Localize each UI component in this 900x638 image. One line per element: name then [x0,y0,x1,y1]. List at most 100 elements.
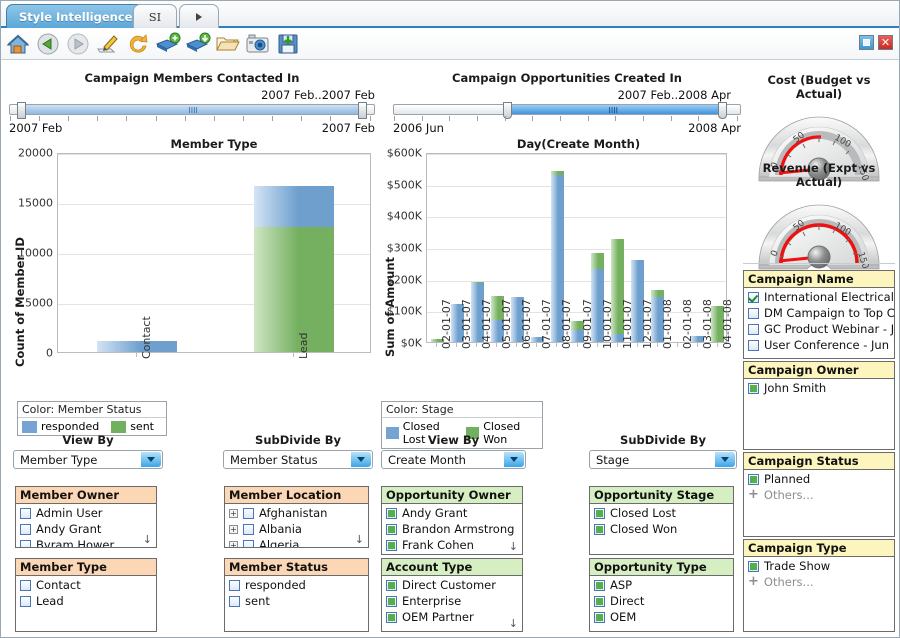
filter-item[interactable]: Closed Won [590,521,733,537]
filter-item[interactable]: +Afghanistan [225,505,368,521]
filter-item[interactable]: +Albania [225,521,368,537]
member-view-by-select[interactable]: Member Type [13,450,163,469]
filter-item[interactable]: Trade Show [744,558,894,574]
filter-checkbox[interactable] [386,612,397,623]
filter-item[interactable]: DM Campaign to Top Cus [744,305,894,321]
filter-item[interactable]: Enterprise [382,593,522,609]
slider-1-track[interactable]: IIII [9,104,375,115]
filter-checkbox[interactable] [748,340,759,351]
filter-item[interactable]: John Smith [744,380,894,396]
filter-item[interactable]: OEM Partner [382,609,522,625]
import-book-icon[interactable] [185,31,211,57]
filter-item[interactable]: Admin User [16,505,156,521]
filter-item[interactable]: Planned [744,471,894,487]
filter-item[interactable]: OEM [590,609,733,625]
filter-item[interactable]: Frank Cohen [382,537,522,553]
filter-checkbox[interactable] [229,596,240,607]
filter-checkbox[interactable] [748,308,759,319]
y-axis-tick-label: 10000 [9,247,53,260]
filter-checkbox[interactable] [594,508,605,519]
home-icon[interactable] [5,31,31,57]
expand-plus-icon[interactable]: + [229,525,238,534]
filter-item[interactable]: Direct Customer [382,577,522,593]
filter-checkbox[interactable] [748,474,759,485]
bar[interactable] [254,186,334,352]
back-arrow-icon[interactable] [35,31,61,57]
bar[interactable] [97,341,177,352]
tab-si-label: SI [149,10,161,24]
tab-si[interactable]: SI [133,4,177,28]
filter-item[interactable]: sent [225,593,368,609]
filter-checkbox[interactable] [386,508,397,519]
chart-member-type-title: Member Type [57,137,371,151]
filter-checkbox[interactable] [243,508,254,519]
filter-item[interactable]: ASP [590,577,733,593]
slider-2-track[interactable]: IIII [393,104,741,115]
scroll-down-arrow-icon[interactable]: ↓ [355,533,364,546]
scroll-down-arrow-icon[interactable]: ↓ [509,617,518,630]
filter-checkbox[interactable] [748,383,759,394]
member-subdivide-by-label: SubDivide By [223,433,373,447]
refresh-icon[interactable] [125,31,151,57]
filter-checkbox[interactable] [229,580,240,591]
filter-checkbox[interactable] [594,524,605,535]
add-book-icon[interactable] [155,31,181,57]
member-subdivide-by-select[interactable]: Member Status [223,450,373,469]
filter-checkbox[interactable] [20,596,31,607]
filter-item[interactable]: +Others... [744,574,894,590]
opportunity-subdivide-by-dropdown-arrow[interactable] [715,452,735,467]
opportunity-subdivide-by-select[interactable]: Stage [589,450,737,469]
filter-item[interactable]: responded [225,577,368,593]
add-others-icon[interactable]: + [748,490,759,500]
filter-checkbox[interactable] [20,508,31,519]
filter-checkbox[interactable] [386,596,397,607]
camera-icon[interactable] [245,31,271,57]
tab-style-intelligence[interactable]: Style Intelligence [6,4,145,28]
edit-pencil-icon[interactable] [95,31,121,57]
filter-checkbox[interactable] [386,540,397,551]
forward-arrow-icon[interactable] [65,31,91,57]
filter-checkbox[interactable] [386,524,397,535]
filter-checkbox[interactable] [20,540,31,549]
member-view-by-dropdown-arrow[interactable] [141,452,161,467]
maximize-button[interactable] [859,35,874,50]
opportunity-subdivide-by-value: Stage [590,453,629,467]
filter-item[interactable]: Brandon Armstrong [382,521,522,537]
filter-checkbox[interactable] [748,324,759,335]
filter-checkbox[interactable] [594,580,605,591]
filter-item[interactable]: Contact [16,577,156,593]
filter-checkbox[interactable] [20,524,31,535]
opportunity-view-by-dropdown-arrow[interactable] [504,452,524,467]
member-subdivide-by-dropdown-arrow[interactable] [351,452,371,467]
filter-item[interactable]: International Electrical E [744,289,894,305]
filter-item[interactable]: Lead [16,593,156,609]
filter-checkbox[interactable] [20,580,31,591]
add-others-icon[interactable]: + [748,577,759,587]
close-button[interactable]: ✕ [878,35,893,50]
filter-checkbox[interactable] [386,580,397,591]
filter-checkbox[interactable] [748,561,759,572]
filter-checkbox[interactable] [594,596,605,607]
opportunity-view-by-select[interactable]: Create Month [381,450,526,469]
filter-checkbox[interactable] [748,292,759,303]
filter-checkbox[interactable] [243,540,254,549]
expand-plus-icon[interactable]: + [229,541,238,549]
tab-more[interactable] [179,4,219,28]
save-disk-icon[interactable] [275,31,301,57]
filter-item[interactable]: Andy Grant [16,521,156,537]
filter-item[interactable]: Byram Hower [16,537,156,548]
open-folder-icon[interactable] [215,31,241,57]
filter-item[interactable]: GC Product Webinar - Ja [744,321,894,337]
filter-item[interactable]: Closed Lost [590,505,733,521]
legend-stage-title: Color: Stage [382,402,542,418]
filter-item[interactable]: Direct [590,593,733,609]
filter-item[interactable]: Andy Grant [382,505,522,521]
filter-checkbox[interactable] [243,524,254,535]
expand-plus-icon[interactable]: + [229,509,238,518]
filter-item[interactable]: +Others... [744,487,894,503]
filter-item[interactable]: +Algeria [225,537,368,548]
scroll-down-arrow-icon[interactable]: ↓ [143,533,152,546]
scroll-down-arrow-icon[interactable]: ↓ [509,540,518,553]
filter-checkbox[interactable] [594,612,605,623]
filter-item[interactable]: User Conference - Jun 1 [744,337,894,353]
